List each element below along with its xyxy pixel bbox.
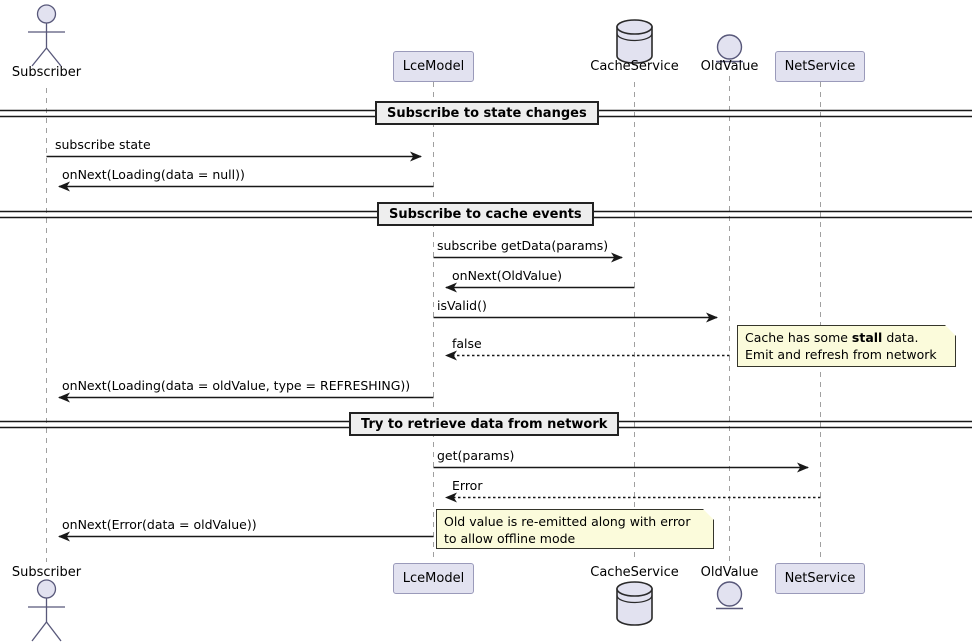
lifelines — [46, 76, 821, 562]
note-line-1: Cache has some stall data. — [745, 330, 949, 347]
message-label-subscribe-getdata: subscribe getData(params) — [437, 238, 609, 253]
message-label-onnext-error-oldvalue: onNext(Error(data = oldValue)) — [62, 517, 257, 532]
actor-icon-subscriber-bottom — [28, 579, 65, 642]
note-cache-stall: Cache has some stall data. Emit and refr… — [737, 325, 956, 367]
divider-subscribe-to-cache-events: Subscribe to cache events — [377, 202, 594, 226]
database-icon-cacheservice-top — [616, 19, 653, 64]
note-offline-mode: Old value is re-emitted along with error… — [436, 509, 714, 549]
participant-box-netservice-bottom[interactable]: NetService — [775, 563, 865, 594]
divider-try-to-retrieve-data-from-network: Try to retrieve data from network — [349, 412, 620, 436]
message-label-error: Error — [452, 478, 483, 493]
message-label-onnext-loading-refreshing: onNext(Loading(data = oldValue, type = R… — [62, 378, 411, 393]
note-text-bold: stall — [851, 330, 883, 345]
message-label-get-params: get(params) — [437, 448, 515, 463]
note-text-pre: Cache has some — [745, 330, 852, 345]
participant-name-subscriber-top: Subscriber — [11, 65, 82, 80]
actor-icon-subscriber-top — [28, 4, 65, 67]
entity-icon-oldvalue-bottom — [716, 581, 743, 610]
message-label-false: false — [452, 336, 482, 351]
participant-name-cacheservice-bottom: CacheService — [590, 565, 679, 580]
participant-name-oldvalue-bottom: OldValue — [700, 565, 759, 580]
message-label-onnext-oldvalue: onNext(OldValue) — [452, 268, 563, 283]
divider-subscribe-to-state-changes: Subscribe to state changes — [375, 101, 599, 125]
message-label-subscribe-state: subscribe state — [55, 137, 151, 152]
note-fold-icon — [703, 509, 714, 520]
note-line-2: Emit and refresh from network — [745, 346, 937, 362]
note-line-2: to allow offline mode — [444, 530, 576, 546]
note-line-1: Old value is re-emitted along with error — [444, 514, 691, 529]
message-label-onnext-loading-null: onNext(Loading(data = null)) — [62, 167, 245, 182]
sequence-diagram: Subscriber LceModel CacheService OldValu… — [0, 0, 972, 644]
participant-box-lcemodel-top[interactable]: LceModel — [393, 51, 474, 82]
database-icon-cacheservice-bottom — [616, 581, 653, 626]
message-label-isvalid: isValid() — [437, 298, 487, 313]
participant-box-lcemodel-bottom[interactable]: LceModel — [393, 563, 474, 594]
participant-name-subscriber-bottom: Subscriber — [11, 565, 82, 580]
note-fold-icon — [945, 325, 956, 336]
participant-name-cacheservice-top: CacheService — [590, 59, 679, 74]
participant-box-netservice-top[interactable]: NetService — [775, 51, 865, 82]
participant-name-oldvalue-top: OldValue — [700, 59, 759, 74]
entity-icon-oldvalue-top — [716, 34, 743, 63]
note-text-post: data. — [882, 330, 919, 345]
